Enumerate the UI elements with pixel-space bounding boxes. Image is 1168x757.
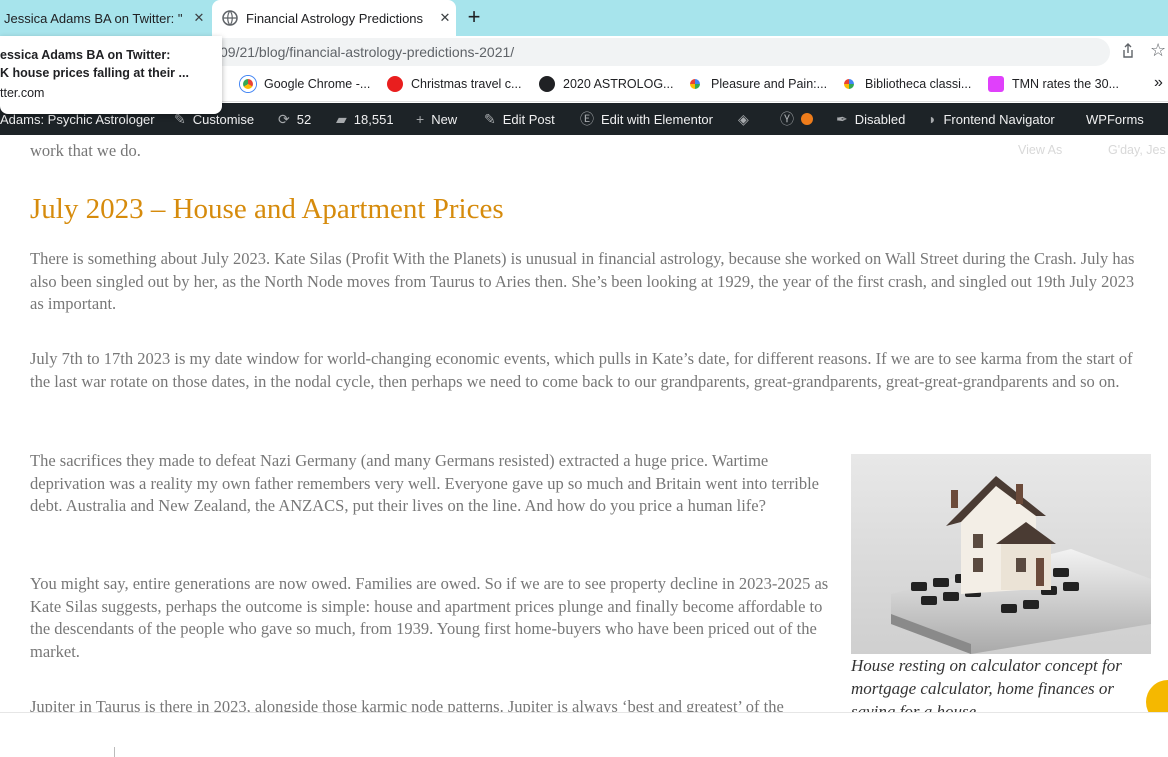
share-icon[interactable] bbox=[1120, 43, 1136, 59]
divider bbox=[114, 747, 115, 757]
more-bookmarks-icon[interactable]: » bbox=[1154, 74, 1163, 92]
elementor-icon: Ⓔ bbox=[580, 111, 594, 127]
bookmark-item[interactable]: Christmas travel c... bbox=[387, 76, 521, 92]
tab-twitter[interactable]: Jessica Adams BA on Twitter: " ✕ bbox=[0, 0, 210, 36]
diamond-icon[interactable]: ◈ bbox=[738, 103, 756, 135]
house-on-calculator-illustration bbox=[891, 476, 1151, 654]
paragraph: There is something about July 2023. Kate… bbox=[30, 249, 1135, 313]
status-dot bbox=[801, 113, 813, 125]
google-icon bbox=[687, 76, 703, 92]
tab-label: Jessica Adams BA on Twitter: " bbox=[4, 10, 183, 26]
url-text: 09/21/blog/financial-astrology-predictio… bbox=[220, 44, 515, 60]
paragraph: The sacrifices they made to defeat Nazi … bbox=[30, 451, 819, 515]
status-strip bbox=[0, 712, 1168, 757]
paragraph: Jupiter in Taurus is there in 2023, alon… bbox=[30, 697, 784, 712]
bookmark-item[interactable]: Google Chrome -... bbox=[240, 76, 370, 92]
house-calculator-image bbox=[851, 454, 1151, 654]
admin-comments[interactable]: ▰ 18,551 bbox=[336, 103, 394, 135]
globe-icon bbox=[539, 76, 555, 92]
section-heading: July 2023 – House and Apartment Prices bbox=[30, 193, 504, 225]
hover-card-title: K house prices falling at their ... bbox=[0, 66, 189, 80]
bookmark-item[interactable]: Pleasure and Pain:... bbox=[687, 76, 827, 92]
tab-hover-card: essica Adams BA on Twitter: K house pric… bbox=[0, 36, 222, 114]
google-icon bbox=[841, 76, 857, 92]
article-content: work that we do. View As G'day, Jes July… bbox=[0, 135, 1168, 712]
hover-card-title: essica Adams BA on Twitter: bbox=[0, 48, 171, 62]
greeting-text: G'day, Jes bbox=[1108, 143, 1166, 157]
globe-icon bbox=[222, 10, 238, 26]
image-caption: House resting on calculator concept for … bbox=[851, 656, 1122, 712]
bookmark-star-icon[interactable]: ☆ bbox=[1150, 40, 1166, 61]
comment-icon: ▰ bbox=[336, 110, 347, 127]
admin-updates[interactable]: ⟳ 52 bbox=[278, 103, 311, 135]
plus-icon: + bbox=[416, 111, 425, 127]
pencil-icon: ✎ bbox=[484, 110, 496, 127]
new-tab-button[interactable]: + bbox=[460, 4, 488, 32]
close-icon[interactable]: ✕ bbox=[188, 10, 210, 26]
pen-icon: ✒ bbox=[836, 110, 848, 127]
tab-label: Financial Astrology Predictions bbox=[246, 10, 424, 26]
frontend-icon: ◗ bbox=[928, 111, 937, 127]
address-bar[interactable]: 09/21/blog/financial-astrology-predictio… bbox=[150, 38, 1110, 66]
view-as-link[interactable]: View As bbox=[1018, 143, 1062, 157]
paragraph-fragment: work that we do. bbox=[30, 141, 141, 160]
admin-disabled[interactable]: ✒ Disabled bbox=[836, 103, 905, 135]
paragraph: July 7th to 17th 2023 is my date window … bbox=[30, 349, 1133, 391]
chrome-icon bbox=[240, 76, 256, 92]
heart-icon bbox=[387, 76, 403, 92]
bookmark-item[interactable]: TMN rates the 30... bbox=[988, 76, 1119, 92]
admin-edit-elementor[interactable]: Ⓔ Edit with Elementor bbox=[580, 103, 713, 135]
admin-new[interactable]: + New bbox=[416, 103, 457, 135]
tab-strip: Jessica Adams BA on Twitter: " ✕ Financi… bbox=[0, 0, 1168, 36]
close-icon[interactable]: ✕ bbox=[434, 10, 456, 26]
bookmark-item[interactable]: 2020 ASTROLOG... bbox=[539, 76, 673, 92]
hover-card-domain: tter.com bbox=[0, 86, 45, 100]
tmn-icon bbox=[988, 76, 1004, 92]
paragraph: You might say, entire generations are no… bbox=[30, 574, 829, 661]
yoast-icon[interactable]: Ⓨ bbox=[780, 103, 813, 135]
refresh-icon: ⟳ bbox=[278, 110, 290, 127]
admin-wpforms[interactable]: WPForms bbox=[1086, 103, 1144, 135]
tab-financial-astrology[interactable]: Financial Astrology Predictions ✕ bbox=[212, 0, 456, 36]
bookmark-item[interactable]: Bibliotheca classi... bbox=[841, 76, 971, 92]
admin-frontend-navigator[interactable]: ◗ Frontend Navigator bbox=[928, 103, 1055, 135]
admin-edit-post[interactable]: ✎ Edit Post bbox=[484, 103, 555, 135]
